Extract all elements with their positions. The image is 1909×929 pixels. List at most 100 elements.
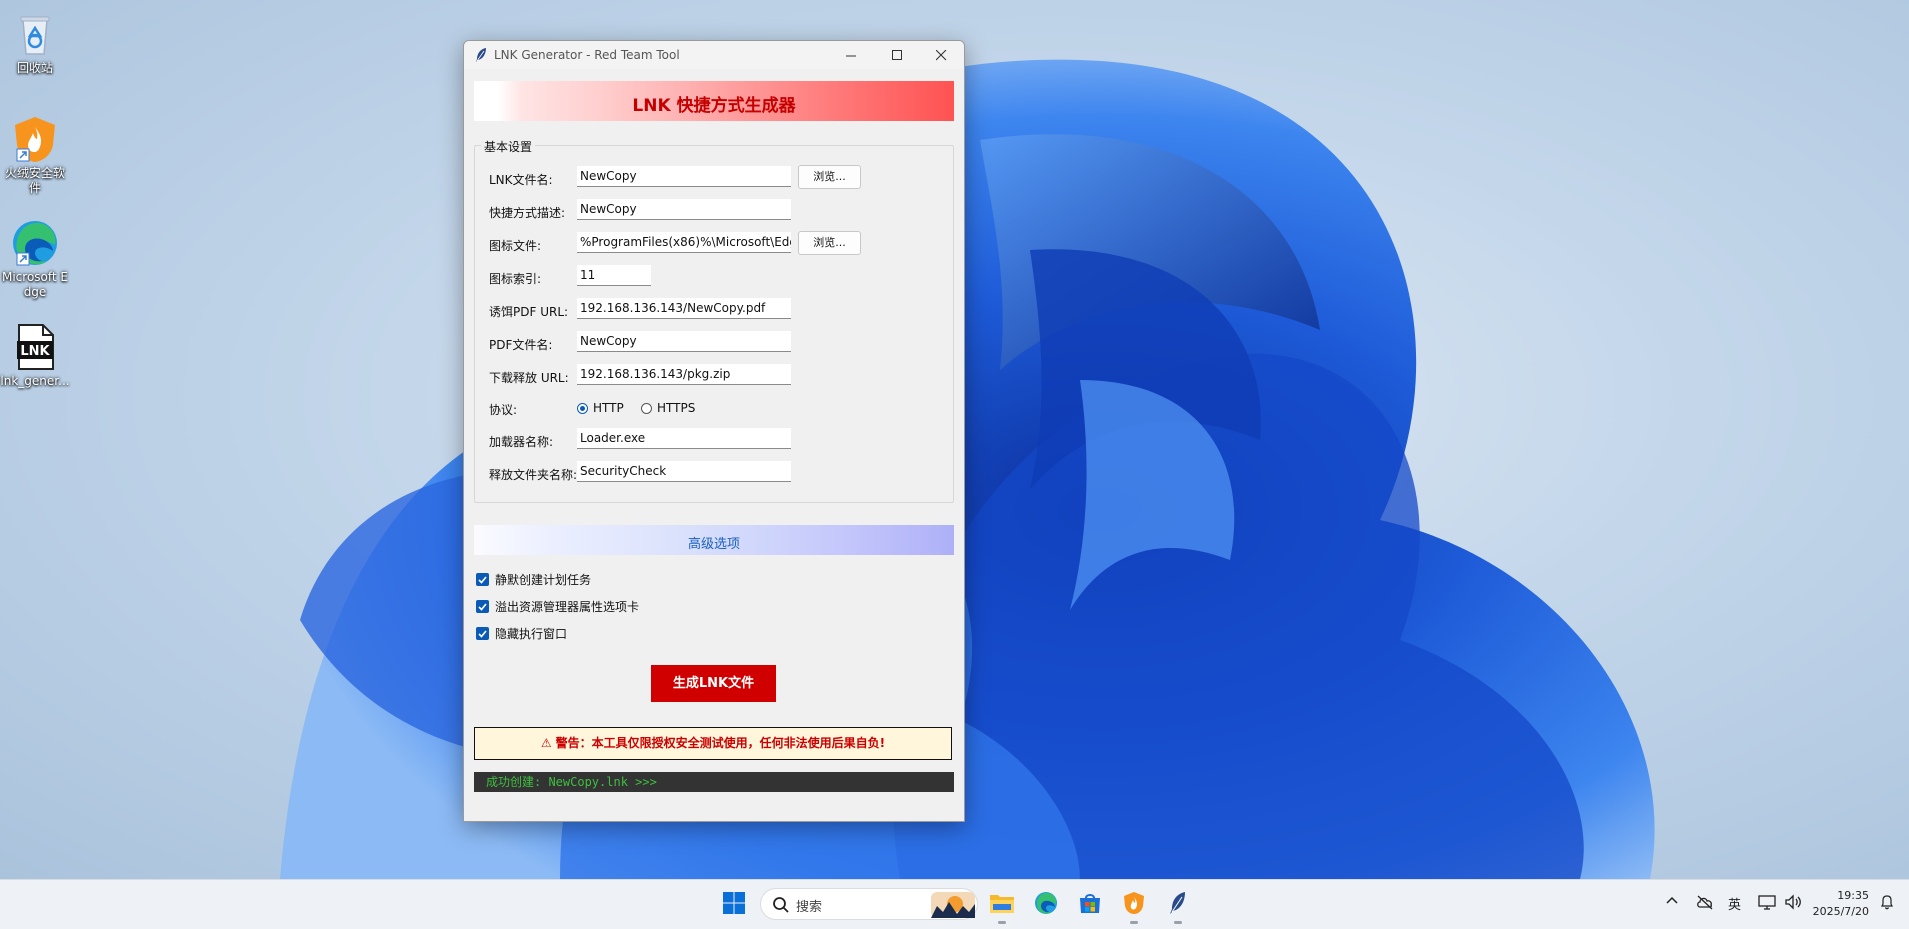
windows-logo-icon [722,891,746,919]
shortcut-desc-input[interactable]: NewCopy [577,199,791,220]
protocol-https-label: HTTPS [657,401,696,415]
checkbox-label: 隐藏执行窗口 [495,627,568,641]
maximize-icon [891,49,903,61]
banner-title: LNK 快捷方式生成器 [632,96,796,116]
cloud-off-icon[interactable] [1696,894,1714,914]
desktop-icon-label: 回收站 [16,61,53,75]
minimize-icon [845,50,857,61]
title-bar[interactable]: LNK Generator - Red Team Tool [464,41,964,69]
checkbox-label: 静默创建计划任务 [495,573,592,587]
feather-icon [1168,891,1188,919]
clock-date: 2025/7/20 [1812,905,1869,918]
desktop-icon-recycle-bin[interactable]: 回收站 [0,10,70,76]
loader-name-input[interactable]: Loader.exe [577,428,791,449]
checkbox-hide-window[interactable]: 隐藏执行窗口 [476,625,567,642]
lnk-generator-window: LNK Generator - Red Team Tool LNK 快捷方式生成… [463,40,965,822]
pdf-name-input[interactable]: NewCopy [577,331,791,352]
checkbox-silent-schtask[interactable]: 静默创建计划任务 [476,571,591,588]
radio-unselected-icon [641,402,652,414]
icon-index-input[interactable]: 11 [577,265,651,286]
desktop: 回收站 火绒安全软件 Microsoft Edge LNK lnk_gener.… [0,0,1909,879]
generate-lnk-button[interactable]: 生成LNK文件 [651,665,776,702]
start-button[interactable] [717,888,751,922]
folder-icon [989,892,1015,918]
pdf-url-label: 诱饵PDF URL: [489,305,569,319]
edge-icon [11,219,59,267]
icon-file-input[interactable]: %ProgramFiles(x86)%\Microsoft\Edge [577,232,791,253]
lnk-name-input[interactable]: NewCopy [577,166,791,187]
warning-banner: ⚠ 警告：本工具仅限授权安全测试使用，任何非法使用后果自负! [474,727,952,760]
protocol-https-radio[interactable]: HTTPS [641,401,695,415]
lnk-name-label: LNK文件名: [489,173,553,187]
maximize-button[interactable] [874,41,920,69]
ime-indicator[interactable]: 英 [1728,894,1741,913]
desktop-icon-label: 火绒安全软件 [4,166,65,195]
taskbar-clock[interactable]: 19:35 2025/7/20 [1813,888,1869,920]
warning-text: 警告：本工具仅限授权安全测试使用，任何非法使用后果自负! [555,736,886,750]
taskbar-search-box[interactable]: 搜索 [760,888,978,920]
basic-settings-legend: 基本设置 [481,138,536,155]
svg-text:LNK: LNK [20,344,50,359]
checkbox-checked-icon [476,600,489,613]
advanced-options-header[interactable]: 高级选项 [474,525,954,555]
advanced-options-label: 高级选项 [687,537,740,552]
tray-overflow-chevron-icon[interactable] [1665,894,1679,912]
download-url-input[interactable]: 192.168.136.143/pkg.zip [577,364,791,385]
desktop-icon-lnk-generator[interactable]: LNK lnk_gener... [0,323,70,389]
shortcut-desc-label: 快捷方式描述: [489,206,566,220]
taskbar: 搜索 英 19:35 2025/7/20 [0,879,1909,929]
running-indicator [998,921,1006,924]
status-bar: 成功创建: NewCopy.lnk >>> [474,772,954,792]
edge-icon [1034,891,1058,919]
huorong-security-icon [1123,891,1145,919]
icon-index-label: 图标索引: [489,272,542,286]
search-placeholder: 搜索 [796,900,823,915]
protocol-http-radio[interactable]: HTTP [577,401,624,415]
close-icon [935,49,947,61]
lnk-browse-button[interactable]: 浏览... [798,165,861,189]
download-url-label: 下载释放 URL: [489,371,569,385]
notification-bell-icon[interactable] [1879,894,1895,914]
checkbox-label: 溢出资源管理器属性选项卡 [495,600,640,614]
taskbar-huorong[interactable] [1117,888,1151,924]
desktop-icon-label: Microsoft Edge [1,270,68,299]
desktop-icon-edge[interactable]: Microsoft Edge [0,219,70,300]
warning-icon: ⚠ [540,736,552,750]
huorong-security-icon [11,115,59,163]
header-banner: LNK 快捷方式生成器 [474,81,954,121]
checkbox-checked-icon [476,627,489,640]
search-highlight-icon [931,892,975,922]
store-icon [1078,891,1102,919]
desktop-icon-label: lnk_gener... [0,374,70,388]
pdf-name-label: PDF文件名: [489,338,553,352]
running-indicator [1174,921,1182,924]
taskbar-lnk-generator[interactable] [1161,888,1195,924]
icon-file-label: 图标文件: [489,239,542,253]
protocol-label: 协议: [489,403,518,417]
close-button[interactable] [918,41,964,69]
network-icon[interactable] [1758,894,1776,914]
minimize-button[interactable] [828,41,874,69]
radio-selected-icon [577,402,588,414]
loader-name-label: 加载器名称: [489,435,554,449]
running-indicator [1130,921,1138,924]
clock-time: 19:35 [1837,889,1869,902]
folder-name-label: 释放文件夹名称: [489,468,578,482]
taskbar-edge[interactable] [1029,888,1063,922]
checkbox-checked-icon [476,573,489,586]
feather-icon [474,47,488,67]
checkbox-explorer-property-tab[interactable]: 溢出资源管理器属性选项卡 [476,598,639,615]
desktop-icon-huorong[interactable]: 火绒安全软件 [0,115,70,196]
taskbar-file-explorer[interactable] [985,888,1019,924]
volume-icon[interactable] [1784,894,1802,914]
window-title: LNK Generator - Red Team Tool [494,48,680,62]
pdf-url-input[interactable]: 192.168.136.143/NewCopy.pdf [577,298,791,319]
taskbar-store[interactable] [1073,888,1107,922]
icon-browse-button[interactable]: 浏览... [798,231,861,255]
lnk-file-icon: LNK [11,323,59,371]
folder-name-input[interactable]: SecurityCheck [577,461,791,482]
protocol-http-label: HTTP [593,401,624,415]
search-icon [772,896,790,918]
basic-settings-group: 基本设置 LNK文件名: NewCopy 浏览... 快捷方式描述: NewCo… [474,138,954,503]
recycle-bin-icon [11,10,59,58]
